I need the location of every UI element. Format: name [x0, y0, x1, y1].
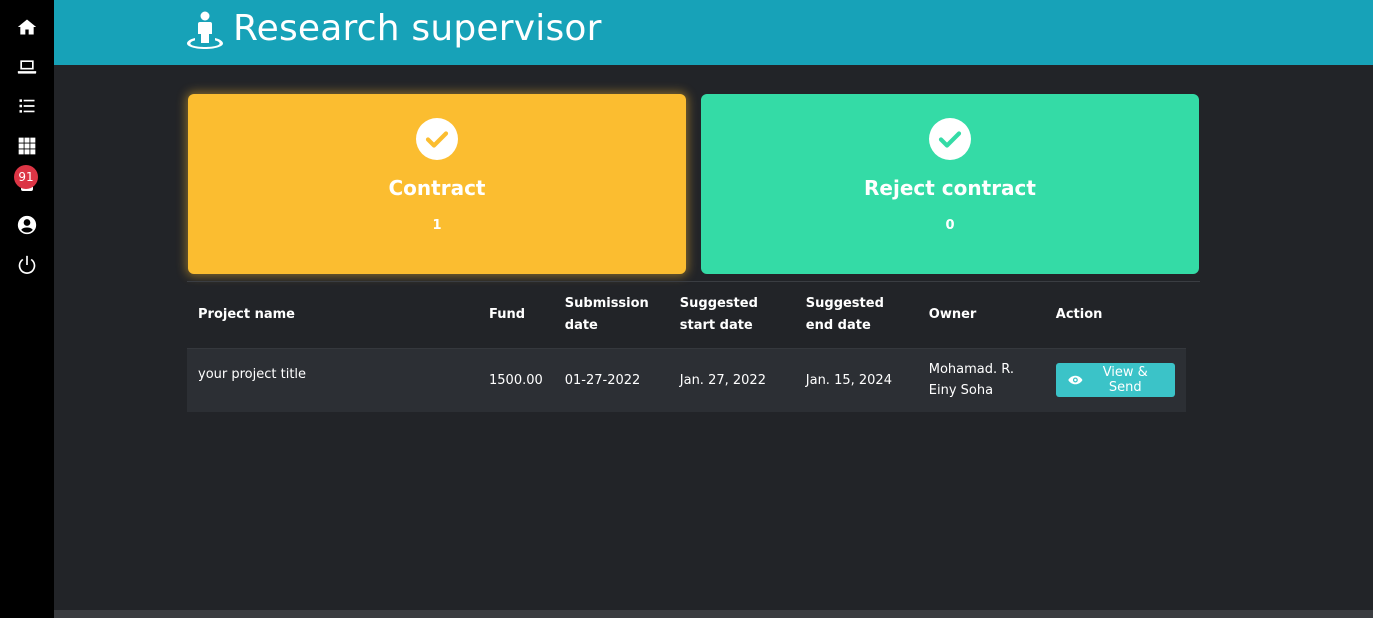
check-circle-icon: [416, 118, 458, 160]
cell-suggested-start: Jan. 27, 2022: [668, 348, 795, 412]
table-row: your project title 1500.00 01-27-2022 Ja…: [187, 348, 1186, 412]
view-send-button[interactable]: View & Send: [1055, 363, 1175, 398]
contract-card-title: Contract: [388, 176, 486, 200]
footer-strip: [54, 610, 1373, 618]
main-content: Research supervisor Contract 1 Reject co…: [54, 0, 1373, 618]
reject-card-count: 0: [945, 218, 955, 233]
sidebar: 91: [0, 0, 54, 618]
notification-badge[interactable]: 91: [14, 165, 38, 189]
col-fund: Fund: [478, 282, 554, 349]
col-submission-date: Submission date: [553, 282, 669, 349]
cell-suggested-end: Jan. 15, 2024: [794, 348, 918, 412]
page-header: Research supervisor: [54, 0, 1373, 65]
col-owner: Owner: [917, 282, 1045, 349]
reject-card-title: Reject contract: [864, 176, 1036, 200]
eye-icon: [1068, 375, 1083, 385]
contract-card[interactable]: Contract 1: [188, 94, 686, 274]
user-standing-icon: [186, 11, 224, 49]
col-action: Action: [1044, 282, 1186, 349]
projects-table: Project name Fund Submission date Sugges…: [187, 282, 1186, 412]
table-header-row: Project name Fund Submission date Sugges…: [187, 282, 1186, 349]
cell-fund: 1500.00: [478, 348, 554, 412]
check-circle-icon: [929, 118, 971, 160]
home-icon[interactable]: [17, 17, 37, 37]
col-suggested-end: Suggested end date: [794, 282, 918, 349]
cell-owner: Mohamad. R. Einy Soha: [917, 348, 1045, 412]
col-project-name: Project name: [187, 282, 478, 349]
user-circle-icon[interactable]: [17, 215, 37, 235]
cell-action: View & Send: [1044, 348, 1186, 412]
laptop-icon[interactable]: [17, 57, 37, 77]
page-title: Research supervisor: [233, 8, 602, 49]
power-icon[interactable]: [17, 255, 37, 275]
cell-project-name: your project title: [187, 348, 478, 412]
list-icon[interactable]: [17, 96, 37, 116]
view-send-label: View & Send: [1102, 365, 1148, 396]
cell-submission-date: 01-27-2022: [553, 348, 669, 412]
col-suggested-start: Suggested start date: [668, 282, 795, 349]
projects-table-wrapper: Project name Fund Submission date Sugges…: [187, 281, 1200, 412]
contract-card-count: 1: [432, 218, 442, 233]
reject-contract-card[interactable]: Reject contract 0: [701, 94, 1199, 274]
grid-icon[interactable]: [17, 136, 37, 156]
